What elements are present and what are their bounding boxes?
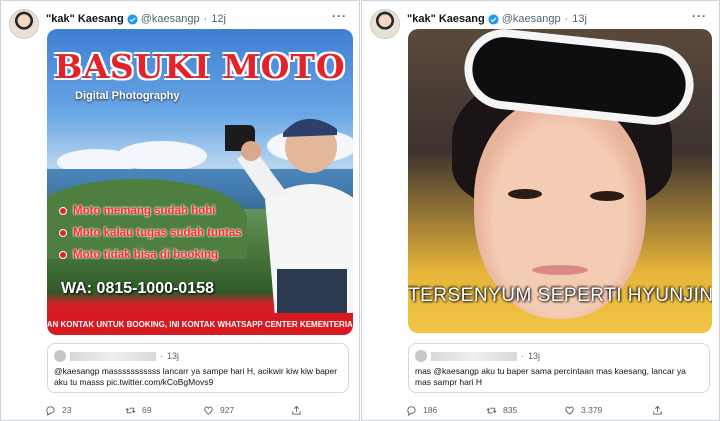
tweet-card[interactable]: "kak" Kaesang @kaesangp · 13j ··· TERSEN…	[361, 0, 720, 421]
like-count: 927	[220, 405, 235, 415]
more-options-icon[interactable]: ···	[692, 9, 707, 23]
redacted-name	[70, 351, 156, 361]
like-button[interactable]: 927	[203, 405, 234, 416]
quote-header: · 13j	[415, 350, 540, 362]
action-bar: 186 835 3.379	[406, 403, 709, 417]
redacted-name	[431, 351, 517, 361]
avatar[interactable]	[370, 9, 400, 39]
quote-header: · 13j	[54, 350, 179, 362]
bullet-item: Moto kalau tugas sudah tuntas	[59, 222, 242, 244]
cloud-shape	[117, 141, 207, 171]
image-subtitle: Digital Photography	[75, 90, 180, 102]
eye-shape	[590, 191, 624, 201]
tweet-header: "kak" Kaesang @kaesangp · 12j	[46, 11, 349, 27]
author-handle[interactable]: @kaesangp	[141, 13, 200, 25]
phone-number: WA: 0815-1000-0158	[61, 280, 214, 297]
bullet-list: Moto memang sudah hobi Moto kalau tugas …	[59, 200, 242, 266]
separator-dot: ·	[521, 351, 524, 361]
author-name[interactable]: "kak" Kaesang	[46, 13, 124, 25]
tweet-header: "kak" Kaesang @kaesangp · 13j	[407, 11, 709, 27]
share-icon	[292, 405, 301, 415]
heart-icon	[204, 406, 213, 415]
retweet-button[interactable]: 835	[486, 405, 517, 416]
eye-shape	[508, 189, 542, 199]
tweet-time[interactable]: 13j	[572, 13, 587, 25]
quote-text: mas @kaesangp aku tu baper sama percinta…	[415, 366, 686, 387]
avatar[interactable]	[9, 9, 39, 39]
reply-count: 186	[423, 405, 438, 415]
author-name[interactable]: "kak" Kaesang	[407, 13, 485, 25]
quote-time: 13j	[528, 351, 541, 361]
quote-time: 13j	[167, 351, 180, 361]
share-button[interactable]	[652, 405, 669, 416]
heart-icon	[565, 406, 574, 415]
author-handle[interactable]: @kaesangp	[502, 13, 561, 25]
retweet-icon	[486, 407, 497, 413]
share-button[interactable]	[291, 405, 308, 416]
image-title: BASUKI MOTO	[54, 47, 346, 86]
banner-text: INI BUKAN KONTAK UNTUK BOOKING, INI KONT…	[47, 313, 353, 335]
tweet-card[interactable]: "kak" Kaesang @kaesangp · 12j ··· BASUKI…	[0, 0, 360, 421]
verified-badge-icon	[127, 13, 138, 25]
photographer-figure	[225, 118, 353, 317]
retweet-count: 835	[503, 405, 518, 415]
separator-dot: ·	[564, 13, 569, 25]
more-options-icon[interactable]: ···	[332, 9, 347, 23]
quote-avatar	[54, 350, 66, 362]
bullet-item: Moto memang sudah hobi	[59, 200, 242, 222]
separator-dot: ·	[203, 13, 208, 25]
verified-badge-icon	[488, 13, 499, 25]
mouth-shape	[532, 265, 588, 275]
tweet-image[interactable]: BASUKI MOTO Digital Photography Moto mem…	[47, 29, 353, 335]
share-icon	[653, 405, 662, 415]
reply-icon	[46, 405, 55, 416]
reply-button[interactable]: 186	[406, 405, 437, 416]
reply-count: 23	[62, 405, 72, 415]
tweet-image[interactable]: TERSENYUM SEPERTI HYUNJIN	[408, 29, 712, 333]
retweet-count: 69	[142, 405, 152, 415]
like-count: 3.379	[581, 405, 603, 415]
quote-avatar	[415, 350, 427, 362]
tweet-time[interactable]: 12j	[211, 13, 226, 25]
image-caption: TERSENYUM SEPERTI HYUNJIN	[408, 285, 712, 306]
separator-dot: ·	[160, 351, 163, 361]
quoted-tweet[interactable]: · 13j mas @kaesangp aku tu baper sama pe…	[408, 343, 710, 393]
retweet-button[interactable]: 69	[125, 405, 151, 416]
like-button[interactable]: 3.379	[564, 405, 602, 416]
quoted-tweet[interactable]: · 13j @kaesangp masssssssssss lancarr ya…	[47, 343, 349, 393]
quote-text: @kaesangp masssssssssss lancarr ya sampe…	[54, 366, 338, 387]
reply-button[interactable]: 23	[45, 405, 71, 416]
bullet-item: Moto tidak bisa di booking	[59, 244, 242, 266]
retweet-icon	[125, 407, 136, 413]
reply-icon	[407, 405, 416, 416]
action-bar: 23 69 927	[45, 403, 349, 417]
